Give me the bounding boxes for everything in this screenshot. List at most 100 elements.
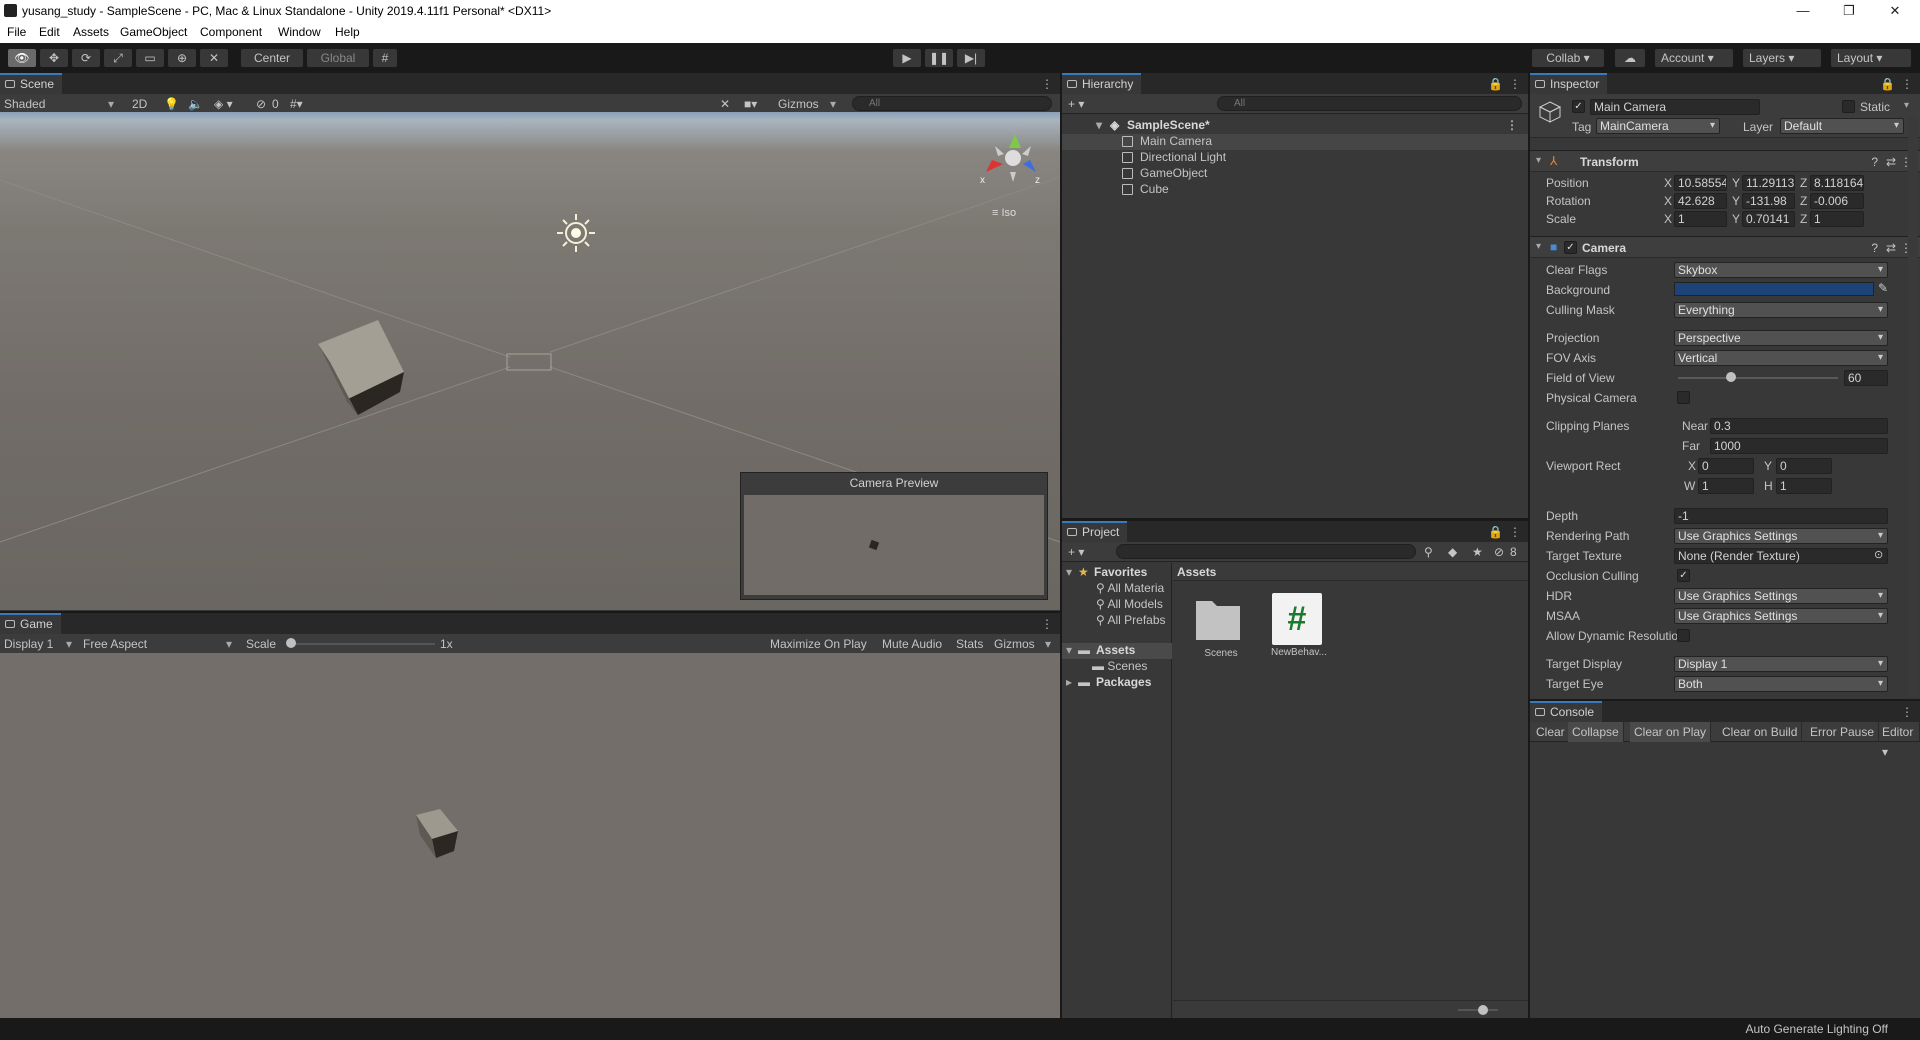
layer-dropdown[interactable]: Default [1780, 118, 1904, 134]
asset-scenes-folder[interactable]: Scenes [1192, 593, 1250, 673]
console-clear-on-play-button[interactable]: Clear on Play [1630, 722, 1712, 742]
culling-mask-dropdown[interactable]: Everything [1674, 302, 1888, 318]
scene-cube[interactable] [318, 320, 404, 415]
fov-slider-handle[interactable] [1725, 372, 1736, 382]
project-search-input[interactable] [1116, 544, 1416, 559]
breadcrumb-assets[interactable]: Assets [1177, 565, 1216, 579]
pause-button[interactable]: ❚❚ [924, 48, 954, 68]
hidden-objects-icon[interactable]: ⊘ [256, 97, 266, 111]
assets-folder-row[interactable]: ▾ ▬ Assets [1062, 643, 1172, 659]
physical-camera-checkbox[interactable] [1677, 391, 1690, 404]
rotation-x-input[interactable]: 42.628 [1674, 193, 1727, 209]
console-collapse-button[interactable]: Collapse [1568, 722, 1624, 742]
favorite-item-prefabs[interactable]: ⚲ All Prefabs [1096, 613, 1166, 627]
favorite-item-models[interactable]: ⚲ All Models [1096, 597, 1163, 611]
hierarchy-item-gameobject[interactable]: GameObject [1062, 166, 1528, 182]
space-global-button[interactable]: Global [306, 48, 370, 68]
scene-expand-icon[interactable]: ▾ [1096, 118, 1102, 132]
help-icon[interactable]: ? [1871, 241, 1878, 255]
help-icon[interactable]: ? [1871, 155, 1878, 169]
hierarchy-menu-icon[interactable]: ⋮ [1509, 77, 1521, 91]
viewport-h-input[interactable]: 1 [1776, 478, 1832, 494]
rotation-z-input[interactable]: -0.006 [1810, 193, 1864, 209]
target-display-dropdown[interactable]: Display 1 [1674, 656, 1888, 672]
fov-input[interactable]: 60 [1844, 370, 1888, 386]
hand-tool-icon[interactable]: 👁 [7, 48, 37, 68]
position-z-input[interactable]: 8.118164 [1810, 175, 1864, 191]
msaa-dropdown[interactable]: Use Graphics Settings [1674, 608, 1888, 624]
mode-2d-button[interactable]: 2D [132, 97, 147, 111]
clear-flags-dropdown[interactable]: Skybox [1674, 262, 1888, 278]
camera-enabled-checkbox[interactable]: ✓ [1564, 241, 1577, 254]
close-button[interactable]: ✕ [1872, 2, 1918, 20]
scene-gizmos-dropdown[interactable]: Gizmos [778, 97, 819, 111]
position-x-input[interactable]: 10.58554 [1674, 175, 1727, 191]
game-gizmos-dropdown[interactable]: Gizmos [994, 637, 1035, 651]
tab-console[interactable]: Console [1530, 701, 1603, 722]
light-icon[interactable] [557, 214, 595, 252]
camera-icon[interactable]: ■▾ [744, 97, 757, 111]
cloud-icon[interactable]: ☁ [1614, 48, 1646, 68]
tag-dropdown[interactable]: MainCamera [1596, 118, 1720, 134]
favorites-label[interactable]: Favorites [1094, 565, 1147, 579]
asset-newbehaviour-script[interactable]: # NewBehav... [1266, 593, 1332, 673]
dynamic-resolution-checkbox[interactable] [1677, 629, 1690, 642]
maximize-button[interactable]: ❐ [1826, 2, 1872, 20]
project-menu-icon[interactable]: ⋮ [1509, 525, 1521, 539]
rotation-y-input[interactable]: -131.98 [1742, 193, 1795, 209]
scene-menu-icon[interactable]: ⋮ [1506, 118, 1518, 132]
maximize-on-play-button[interactable]: Maximize On Play [770, 637, 867, 651]
object-picker-icon[interactable]: ⊙ [1874, 548, 1883, 561]
transform-tool-icon[interactable]: ⊕ [167, 48, 197, 68]
lighting-toggle-icon[interactable]: 💡 [164, 97, 179, 111]
shading-dropdown-arrow-icon[interactable]: ▾ [108, 97, 114, 111]
grid-snap-icon[interactable]: # [372, 48, 398, 68]
hierarchy-item-directional-light[interactable]: Directional Light [1062, 150, 1528, 166]
favorite-icon[interactable]: ★ [1472, 545, 1483, 559]
camera-foldout-icon[interactable]: ▾ [1536, 241, 1541, 252]
projection-label[interactable]: ≡ Iso [992, 207, 1016, 219]
inspector-menu-icon[interactable]: ⋮ [1901, 77, 1913, 91]
target-eye-dropdown[interactable]: Both [1674, 676, 1888, 692]
inspector-scrollbar[interactable] [1908, 117, 1918, 697]
layers-dropdown[interactable]: Layers ▾ [1742, 48, 1822, 68]
project-lock-icon[interactable]: 🔒 [1488, 525, 1503, 539]
scale-tool-icon[interactable]: ⤢ [103, 48, 133, 68]
far-input[interactable]: 1000 [1710, 438, 1888, 454]
preset-icon[interactable]: ⇄ [1886, 241, 1896, 255]
audio-toggle-icon[interactable]: 🔈 [188, 97, 203, 111]
minimize-button[interactable]: — [1780, 2, 1826, 20]
menu-gameobject[interactable]: GameObject [120, 25, 187, 39]
gizmos-arrow-icon[interactable]: ▾ [830, 97, 836, 111]
hierarchy-lock-icon[interactable]: 🔒 [1488, 77, 1503, 91]
background-color-field[interactable] [1674, 282, 1874, 296]
rendering-path-dropdown[interactable]: Use Graphics Settings [1674, 528, 1888, 544]
search-by-label-icon[interactable]: ◆ [1448, 545, 1457, 559]
tab-hierarchy[interactable]: Hierarchy [1062, 73, 1142, 94]
favorites-expand-icon[interactable]: ▾ [1066, 565, 1072, 579]
menu-file[interactable]: File [7, 25, 26, 39]
console-error-pause-button[interactable]: Error Pause [1806, 722, 1880, 742]
menu-window[interactable]: Window [278, 25, 321, 39]
move-tool-icon[interactable]: ✥ [39, 48, 69, 68]
viewport-y-input[interactable]: 0 [1776, 458, 1832, 474]
tab-scene[interactable]: Scene [0, 73, 63, 94]
scene-menu-icon[interactable]: ⋮ [1041, 77, 1053, 91]
position-y-input[interactable]: 11.29113 [1742, 175, 1795, 191]
collab-button[interactable]: Collab ▾ [1531, 48, 1605, 68]
eyedropper-icon[interactable]: ✎ [1878, 281, 1888, 295]
search-by-type-icon[interactable]: ⚲ [1424, 545, 1433, 559]
projection-dropdown[interactable]: Perspective [1674, 330, 1888, 346]
inspector-lock-icon[interactable]: 🔒 [1880, 77, 1895, 91]
scene-viewport[interactable]: x z ≡ Iso Camera Preview [0, 112, 1060, 610]
display-dropdown[interactable]: Display 1 [4, 637, 53, 651]
hierarchy-item-main-camera[interactable]: Main Camera [1062, 134, 1528, 150]
target-texture-field[interactable]: None (Render Texture) [1674, 548, 1888, 564]
object-active-checkbox[interactable]: ✓ [1572, 100, 1585, 113]
viewport-w-input[interactable]: 1 [1698, 478, 1754, 494]
fov-slider-track[interactable] [1678, 377, 1838, 379]
account-dropdown[interactable]: Account ▾ [1654, 48, 1734, 68]
tab-inspector[interactable]: Inspector [1530, 73, 1608, 94]
static-dropdown[interactable]: Static [1860, 100, 1890, 114]
hierarchy-scene-row[interactable]: ▾ ◈ SampleScene* ⋮ [1062, 118, 1528, 134]
